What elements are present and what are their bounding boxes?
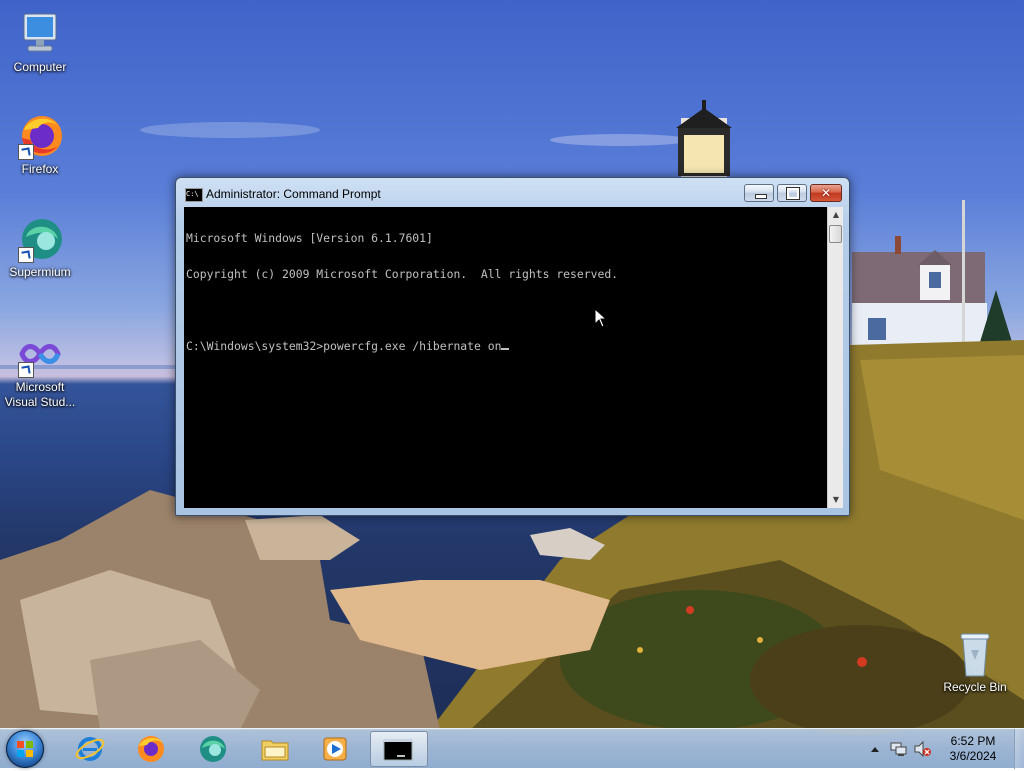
desktop-icon-label: Computer: [13, 60, 67, 74]
window-title: Administrator: Command Prompt: [206, 187, 381, 201]
close-button[interactable]: ✕: [810, 184, 842, 202]
computer-icon: [16, 10, 64, 58]
window-titlebar[interactable]: C:\ Administrator: Command Prompt ✕: [176, 178, 849, 208]
show-hidden-icons-icon[interactable]: [870, 745, 880, 753]
visual-studio-icon: [16, 330, 64, 378]
internet-explorer-icon: [75, 737, 105, 761]
shortcut-arrow-icon: [18, 362, 34, 378]
command-prompt-icon: [383, 739, 413, 761]
recycle-bin-icon: [951, 630, 999, 678]
taskbar-internet-explorer[interactable]: [63, 731, 117, 767]
text-cursor: [501, 348, 510, 350]
scroll-down-arrow-icon[interactable]: ▼: [828, 492, 844, 508]
desktop-icon-label: Firefox: [21, 162, 59, 176]
console-command-text: C:\Windows\system32>powercfg.exe /hibern…: [186, 339, 502, 353]
desktop-icon-label: Microsoft Visual Stud...: [4, 380, 76, 409]
maximize-button[interactable]: [777, 184, 807, 202]
taskbar-media-player[interactable]: [308, 731, 362, 767]
volume-muted-icon[interactable]: [914, 741, 932, 757]
mouse-pointer-icon: [594, 308, 608, 328]
supermium-icon: [16, 215, 64, 263]
minimize-icon: [755, 194, 767, 199]
desktop-icon-computer[interactable]: Computer: [0, 10, 80, 75]
desktop-icon-label: Supermium: [9, 265, 71, 279]
console-line: Microsoft Windows [Version 6.1.7601]: [186, 231, 433, 245]
clock-time: 6:52 PM: [950, 734, 996, 748]
firefox-icon: [138, 736, 164, 762]
taskbar-clock[interactable]: 6:52 PM 3/6/2024: [936, 734, 1010, 764]
shortcut-arrow-icon: [18, 247, 34, 263]
console-output[interactable]: Microsoft Windows [Version 6.1.7601] Cop…: [184, 207, 827, 508]
desktop-icon-label: Recycle Bin: [943, 680, 1007, 694]
maximize-icon: [786, 187, 800, 200]
firefox-icon: [16, 112, 64, 160]
taskbar-supermium[interactable]: [186, 731, 240, 767]
vertical-scrollbar[interactable]: ▲ ▼: [827, 207, 843, 508]
shortcut-arrow-icon: [18, 144, 34, 160]
supermium-icon: [200, 736, 226, 762]
desktop-icon-firefox[interactable]: Firefox: [0, 112, 80, 177]
start-button[interactable]: [6, 730, 44, 768]
network-icon[interactable]: [890, 741, 908, 757]
desktop-icon-recycle-bin[interactable]: Recycle Bin: [935, 630, 1015, 695]
taskbar-file-explorer[interactable]: [248, 731, 302, 767]
taskbar-firefox[interactable]: [124, 731, 178, 767]
folder-icon: [261, 740, 289, 761]
command-prompt-window[interactable]: C:\ Administrator: Command Prompt ✕ Micr…: [175, 177, 850, 516]
desktop-icon-supermium[interactable]: Supermium: [0, 215, 80, 280]
command-prompt-icon: C:\: [185, 188, 203, 202]
media-player-icon: [323, 737, 347, 761]
windows-logo-icon: [17, 741, 33, 757]
clock-date: 3/6/2024: [949, 749, 997, 763]
show-desktop-button[interactable]: [1014, 729, 1024, 769]
scroll-up-arrow-icon[interactable]: ▲: [828, 207, 844, 223]
taskbar-command-prompt[interactable]: [370, 731, 428, 767]
scroll-thumb[interactable]: [829, 225, 842, 243]
desktop-icon-visual-studio[interactable]: Microsoft Visual Stud...: [0, 330, 80, 410]
taskbar: 6:52 PM 3/6/2024: [0, 728, 1024, 769]
minimize-button[interactable]: [744, 184, 774, 202]
close-icon: ✕: [820, 186, 832, 200]
console-command-line: C:\Windows\system32>powercfg.exe /hibern…: [186, 340, 825, 352]
console-line: Copyright (c) 2009 Microsoft Corporation…: [186, 267, 619, 281]
